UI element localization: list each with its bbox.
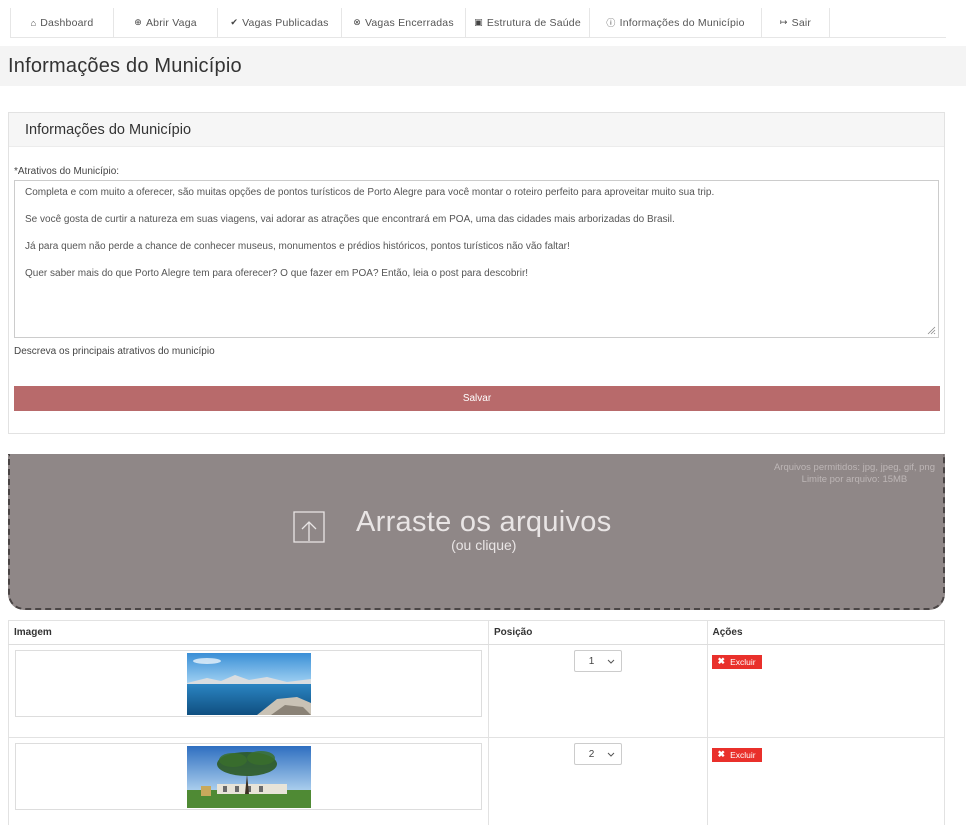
nav-label: Estrutura de Saúde	[486, 16, 581, 29]
images-table: Imagem Posição Ações 1 ✖ Excluir 2 ✖ Exc…	[8, 620, 946, 825]
file-dropzone[interactable]: Arquivos permitidos: jpg, jpeg, gif, png…	[8, 454, 945, 610]
delete-label: Excluir	[730, 749, 756, 760]
table-row: 2 ✖ Excluir	[8, 737, 946, 825]
close-icon: ✖	[717, 656, 726, 666]
header-position: Posição	[488, 620, 708, 645]
close-icon: ✖	[717, 749, 726, 759]
actions-cell: ✖ Excluir	[706, 644, 946, 738]
chevron-down-icon	[607, 752, 615, 757]
textarea-line: Completa e com muito a oferecer, são mui…	[25, 187, 715, 198]
position-select[interactable]: 1	[573, 650, 622, 672]
park-photo	[186, 745, 311, 808]
nav-label: Abrir Vaga	[145, 16, 197, 29]
delete-button[interactable]: ✖ Excluir	[711, 747, 762, 762]
table-header-row: Imagem Posição Ações	[8, 620, 946, 645]
nav-abrir-vaga[interactable]: ⊕ Abrir Vaga	[114, 8, 218, 37]
top-nav: ⌂ Dashboard ⊕ Abrir Vaga ✔ Vagas Publica…	[10, 8, 946, 38]
position-value: 1	[588, 655, 595, 667]
header-image: Imagem	[8, 620, 489, 645]
nav-label: Vagas Encerradas	[364, 16, 454, 29]
panel-header: Informações do Município	[9, 113, 944, 147]
dropzone-info: Arquivos permitidos: jpg, jpeg, gif, png…	[774, 462, 935, 487]
nav-label: Vagas Publicadas	[242, 16, 329, 29]
textarea-line: Se você gosta de curtir a natureza em su…	[25, 214, 675, 225]
chevron-down-icon	[607, 659, 615, 664]
sign-out-icon: ↦	[779, 17, 788, 27]
check-circle-icon: ✔	[230, 17, 239, 27]
dropzone-main: Arraste os arquivos (ou clique)	[292, 506, 612, 553]
atrativos-label: *Atrativos do Município:	[14, 166, 120, 177]
home-icon: ⌂	[30, 17, 37, 28]
x-circle-icon: ⊗	[353, 17, 361, 27]
header-actions: Ações	[706, 620, 946, 645]
save-button[interactable]: Salvar	[14, 386, 940, 411]
plus-circle-icon: ⊕	[134, 17, 142, 27]
table-row: 1 ✖ Excluir	[8, 644, 946, 738]
nav-informacoes-municipio[interactable]: ⓘ Informações do Município	[590, 8, 762, 37]
nav-sair[interactable]: ↦ Sair	[762, 8, 830, 37]
dropzone-title: Arraste os arquivos	[356, 506, 612, 538]
dropzone-subtitle: (ou clique)	[451, 537, 517, 553]
page-title-bar: Informações do Município	[0, 46, 966, 86]
hospital-icon: ▣	[474, 17, 483, 27]
image-cell	[8, 644, 489, 738]
nav-vagas-publicadas[interactable]: ✔ Vagas Publicadas	[218, 8, 342, 37]
page-title: Informações do Município	[8, 55, 242, 77]
info-circle-icon: ⓘ	[606, 18, 616, 28]
textarea-line: Já para quem não perde a chance de conhe…	[25, 241, 570, 252]
position-cell: 2	[488, 737, 708, 825]
position-value: 2	[588, 748, 595, 760]
dropzone-allowed-types: Arquivos permitidos: jpg, jpeg, gif, png	[773, 462, 935, 473]
dropzone-size-limit: Limite por arquivo: 15MB	[801, 474, 908, 486]
image-frame	[15, 650, 482, 717]
lake-photo	[186, 652, 311, 715]
nav-label: Informações do Município	[619, 16, 745, 29]
image-cell	[8, 737, 489, 825]
delete-label: Excluir	[730, 656, 756, 667]
upload-icon	[293, 511, 325, 543]
atrativos-textarea[interactable]: Completa e com muito a oferecer, são mui…	[14, 180, 939, 338]
delete-button[interactable]: ✖ Excluir	[711, 654, 762, 669]
nav-vagas-encerradas[interactable]: ⊗ Vagas Encerradas	[342, 8, 466, 37]
image-frame	[15, 743, 482, 810]
nav-dashboard[interactable]: ⌂ Dashboard	[10, 8, 114, 37]
textarea-line: Quer saber mais do que Porto Alegre tem …	[25, 268, 529, 279]
dropzone-text: Arraste os arquivos (ou clique)	[356, 506, 612, 553]
resize-handle-icon[interactable]	[927, 326, 936, 335]
nav-label: Dashboard	[40, 16, 94, 29]
nav-label: Sair	[791, 16, 812, 29]
municipio-panel: Informações do Município *Atrativos do M…	[8, 112, 945, 434]
actions-cell: ✖ Excluir	[706, 737, 946, 825]
position-select[interactable]: 2	[573, 743, 622, 765]
position-cell: 1	[488, 644, 708, 738]
panel-heading: Informações do Município	[25, 122, 192, 138]
nav-estrutura-saude[interactable]: ▣ Estrutura de Saúde	[466, 8, 590, 37]
atrativos-help-text: Descreva os principais atrativos do muni…	[14, 346, 215, 357]
